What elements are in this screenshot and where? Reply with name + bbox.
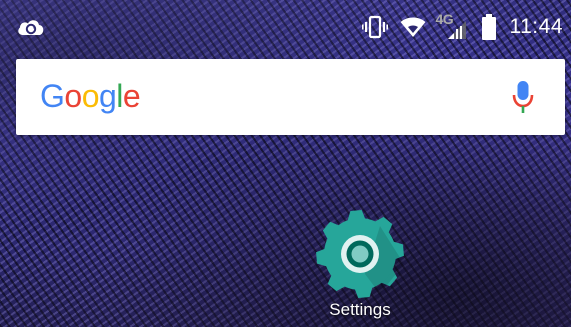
google-logo-letter: l [116, 78, 123, 114]
settings-app-icon[interactable]: Settings [300, 200, 420, 327]
microphone-icon[interactable] [503, 77, 543, 117]
app-label-settings: Settings [329, 300, 391, 319]
vibrate-icon [361, 15, 388, 39]
status-clock: 11:44 [509, 15, 563, 38]
signal-icon: 4G [436, 11, 468, 41]
google-logo-letter: o [81, 78, 100, 114]
google-search-bar[interactable]: Google [16, 59, 565, 135]
wifi-icon [400, 16, 426, 38]
google-logo-letter: o [64, 78, 82, 114]
google-logo-letter: G [40, 78, 65, 114]
google-logo-letter: g [98, 78, 117, 114]
status-bar: 4G 11:44 [0, 0, 571, 52]
battery-icon [481, 14, 496, 40]
settings-gear-icon [312, 206, 408, 302]
cloud-sync-icon [16, 15, 46, 39]
google-logo: Google [40, 78, 141, 115]
google-logo-letter: e [122, 78, 141, 114]
